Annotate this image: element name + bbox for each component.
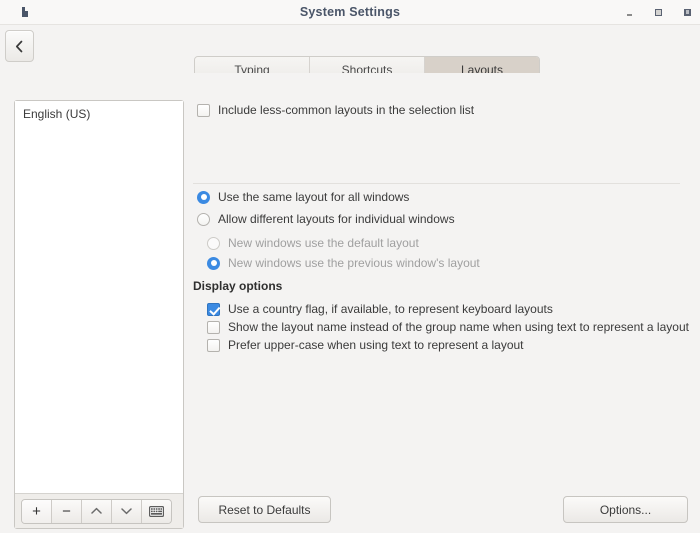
radio-previous-layout	[207, 256, 220, 270]
upper-case-label: Prefer upper-case when using text to rep…	[228, 338, 524, 352]
window-title: System Settings	[299, 5, 401, 19]
radio-default-layout	[207, 236, 220, 250]
content-area: English (US) + − Include less-common lay…	[0, 73, 700, 533]
toolbar: Typing Shortcuts Layouts	[0, 25, 700, 85]
radio-default-layout-label: New windows use the default layout	[228, 236, 419, 250]
back-button[interactable]	[5, 30, 34, 62]
radio-different-layouts-label: Allow different layouts for individual w…	[218, 212, 455, 226]
move-down-button[interactable]	[112, 499, 142, 523]
layout-name-label: Show the layout name instead of the grou…	[228, 320, 689, 334]
options-pane: Include less-common layouts in the selec…	[193, 73, 700, 533]
radio-different-layouts-row[interactable]: Allow different layouts for individual w…	[197, 209, 455, 229]
move-up-button[interactable]	[82, 499, 112, 523]
radio-same-layout-label: Use the same layout for all windows	[218, 190, 410, 204]
layout-name-checkbox[interactable]	[207, 320, 220, 334]
radio-same-layout[interactable]	[197, 190, 210, 204]
chevron-left-icon	[15, 40, 23, 52]
options-button[interactable]: Options...	[563, 496, 688, 523]
title-bar: System Settings	[0, 0, 700, 25]
layout-list-toolbar: + −	[15, 493, 183, 528]
app-icon	[22, 7, 28, 17]
upper-case-row[interactable]: Prefer upper-case when using text to rep…	[207, 335, 524, 355]
radio-different-layouts[interactable]	[197, 212, 210, 226]
country-flag-label: Use a country flag, if available, to rep…	[228, 302, 553, 316]
chevron-up-icon	[91, 507, 102, 514]
add-layout-button[interactable]: +	[22, 499, 52, 523]
layout-name-row[interactable]: Show the layout name instead of the grou…	[207, 317, 689, 337]
radio-default-layout-row: New windows use the default layout	[207, 233, 419, 253]
display-options-title: Display options	[193, 279, 283, 293]
reset-to-defaults-button[interactable]: Reset to Defaults	[198, 496, 331, 523]
layout-list[interactable]: English (US)	[15, 101, 183, 493]
list-item[interactable]: English (US)	[15, 101, 183, 121]
include-less-common-label: Include less-common layouts in the selec…	[218, 103, 475, 117]
include-less-common-checkbox[interactable]	[197, 103, 210, 117]
remove-layout-button[interactable]: −	[52, 499, 82, 523]
minus-icon: −	[62, 502, 71, 520]
separator	[193, 183, 680, 184]
radio-same-layout-row[interactable]: Use the same layout for all windows	[197, 187, 409, 207]
close-button[interactable]	[683, 8, 692, 17]
upper-case-checkbox[interactable]	[207, 338, 220, 352]
layout-list-panel: English (US) + −	[14, 100, 184, 529]
plus-icon: +	[32, 502, 41, 520]
country-flag-checkbox[interactable]	[207, 302, 220, 316]
minimize-button[interactable]	[625, 8, 634, 17]
include-less-common-row[interactable]: Include less-common layouts in the selec…	[197, 100, 474, 120]
keyboard-icon	[149, 505, 164, 517]
preview-layout-button[interactable]	[142, 499, 171, 523]
chevron-down-icon	[121, 508, 132, 515]
radio-previous-layout-row: New windows use the previous window's la…	[207, 253, 480, 273]
radio-previous-layout-label: New windows use the previous window's la…	[228, 256, 480, 270]
window-controls	[625, 0, 692, 24]
maximize-button[interactable]	[654, 8, 663, 17]
country-flag-row[interactable]: Use a country flag, if available, to rep…	[207, 299, 553, 319]
